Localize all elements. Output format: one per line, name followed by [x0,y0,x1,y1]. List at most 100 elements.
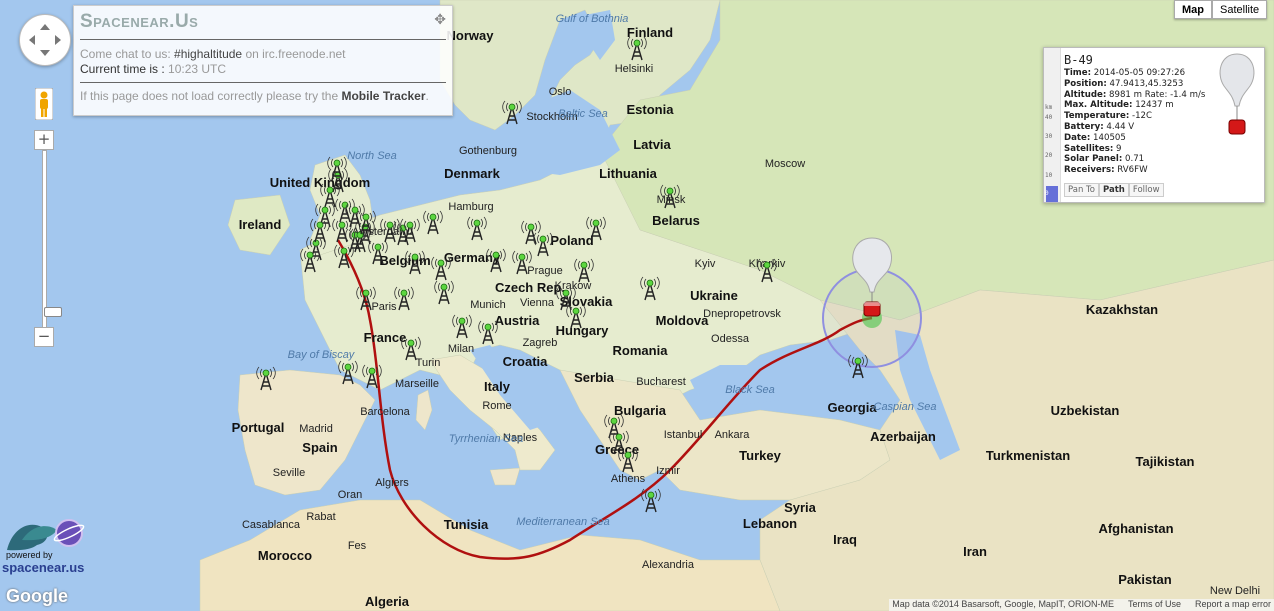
sea-label: Mediterranean Sea [516,516,610,528]
pan-down-icon [40,50,50,56]
follow-button[interactable]: Follow [1128,183,1164,197]
country-label: Lebanon [743,516,797,531]
chat-line: Come chat to us: #highaltitude on irc.fr… [80,47,346,61]
city-label: Kyiv [695,258,716,270]
telemetry-row: Temperature: -12C [1064,111,1205,122]
city-label: Zagreb [523,337,558,349]
telemetry-row: Position: 47.9413,45.3253 [1064,79,1205,90]
country-label: Latvia [633,137,671,152]
country-label: Pakistan [1118,572,1172,587]
telemetry-label: Temperature: [1064,111,1130,122]
zoom-in-button[interactable]: + [34,130,54,150]
country-label: Uzbekistan [1051,403,1120,418]
country-label: Serbia [574,370,615,385]
country-label: Morocco [258,548,312,563]
sea-label: Tyrrhenian Sea [449,433,523,445]
country-label: Norway [447,28,495,43]
telemetry-value: 0.71 [1125,154,1145,165]
sea-label: Bay of Biscay [288,349,356,361]
telemetry-value: 9 [1116,143,1122,154]
city-label: Oslo [549,86,572,98]
pan-to-button[interactable]: Pan To [1064,183,1099,197]
current-time: 10:23 UTC [168,62,227,76]
city-label: Gothenburg [459,145,517,157]
telemetry-label: Max. Altitude: [1064,100,1133,111]
country-label: France [364,330,407,345]
terms-link[interactable]: Terms of Use [1128,599,1181,611]
city-label: Vienna [520,297,555,309]
telemetry-label: Altitude: [1064,89,1107,100]
telemetry-row: Time: 2014-05-05 09:27:26 [1064,68,1205,79]
path-button[interactable]: Path [1099,183,1129,197]
country-label: Hungary [556,323,610,338]
country-label: Austria [495,313,541,328]
spacenear-logo[interactable]: powered by spacenear.us [2,515,92,577]
telemetry-label: Time: [1064,68,1092,78]
country-label: Spain [302,440,337,455]
map-type-satellite-button[interactable]: Satellite [1212,0,1268,19]
city-label: Fes [348,540,367,552]
map-type-map-button[interactable]: Map [1174,0,1212,19]
zoom-slider-rail[interactable] [42,150,62,328]
city-label: Prague [527,265,562,277]
country-label: Denmark [444,166,500,181]
balloon-image-icon [1219,53,1255,135]
country-label: Tajikistan [1135,454,1194,469]
city-label: Rome [482,400,511,412]
notice-line: If this page does not load correctly ple… [80,89,429,103]
pan-control[interactable] [19,14,71,66]
balloon-info-popup: km 40 30 20 10 0 B-49 Time: 2014-05-05 0… [1043,47,1265,203]
city-label: Marseille [395,378,439,390]
country-label: Germany [444,250,501,265]
pan-left-icon [29,35,35,45]
telemetry-row: Max. Altitude: 12437 m [1064,100,1205,111]
city-label: Madrid [299,423,333,435]
country-label: Algeria [365,594,410,609]
chat-channel-link[interactable]: #highaltitude [174,47,242,61]
report-error-link[interactable]: Report a map error [1195,599,1271,611]
zoom-slider-knob[interactable] [44,307,62,317]
telemetry-value: RV6FW [1117,165,1148,176]
street-view-pegman-icon[interactable] [35,88,53,120]
country-label: Croatia [503,354,549,369]
telemetry-row: Altitude: 8981 m Rate: -1.4 m/s [1064,90,1205,101]
country-label: Moldova [656,313,709,328]
city-label: Bucharest [636,376,686,388]
country-label: Turkey [739,448,781,463]
telemetry-label: Solar Panel: [1064,154,1123,165]
country-label: Azerbaijan [870,429,936,444]
zoom-out-button[interactable]: − [34,327,54,347]
pan-up-icon [40,24,50,30]
city-label: Krakow [555,280,592,292]
country-label: Italy [484,379,511,394]
telemetry-rows: Time: 2014-05-05 09:27:26 Position: 47.94… [1064,68,1205,176]
telemetry-value: 140505 [1093,132,1126,143]
country-label: Ireland [239,217,282,232]
city-label: Turin [416,357,441,369]
telemetry-row: Satellites: 9 [1064,144,1205,155]
telemetry-label: Receivers: [1064,165,1115,176]
telemetry-row: Receivers: RV6FW [1064,165,1205,176]
city-label: Helsinki [615,63,654,75]
country-label: Kazakhstan [1086,302,1158,317]
country-label: Georgia [827,400,877,415]
city-label: Algiers [375,477,409,489]
altitude-scale: km 40 30 20 10 0 [1044,48,1061,202]
city-label: Barcelona [360,406,410,418]
country-label: Estonia [627,102,675,117]
sea-label: Gulf of Bothnia [556,13,629,25]
move-handle-icon[interactable]: ✥ [434,11,446,28]
mobile-tracker-link[interactable]: Mobile Tracker [341,89,425,103]
map-attribution: Map data ©2014 Basarsoft, Google, MapIT,… [889,599,1274,611]
telemetry-row: Date: 140505 [1064,133,1205,144]
city-label: Moscow [765,158,805,170]
country-label: Iraq [833,532,857,547]
city-label: Casablanca [242,519,301,531]
sea-label: Caspian Sea [874,401,937,413]
country-label: Portugal [232,420,285,435]
country-label: Lithuania [599,166,658,181]
google-logo[interactable]: Google [6,586,68,607]
city-label: Istanbul [664,429,703,441]
country-label: Belgium [379,253,430,268]
city-label: Odessa [711,333,750,345]
